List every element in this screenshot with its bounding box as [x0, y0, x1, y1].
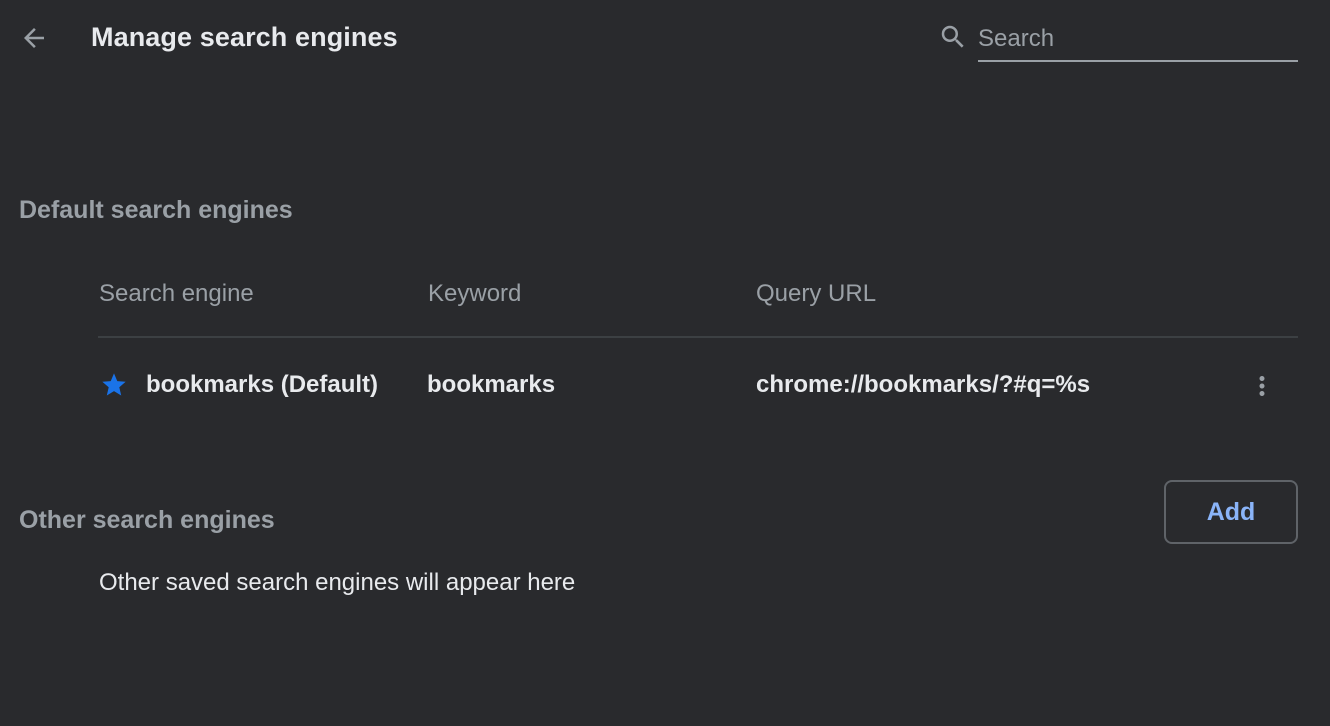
search-icon[interactable] — [938, 22, 968, 52]
engine-query-url: chrome://bookmarks/?#q=%s — [756, 371, 1091, 398]
more-vert-icon — [1259, 376, 1265, 396]
column-header-search-engine: Search engine — [99, 280, 254, 307]
more-actions-button[interactable] — [1242, 366, 1282, 406]
column-header-query-url: Query URL — [756, 280, 877, 307]
search-box[interactable] — [936, 18, 1298, 64]
table-divider — [98, 336, 1298, 338]
add-button[interactable]: Add — [1164, 480, 1298, 544]
star-icon — [102, 373, 126, 396]
arrow-back-icon — [24, 28, 44, 48]
default-section-heading: Default search engines — [19, 196, 293, 224]
search-input[interactable] — [978, 18, 1298, 62]
engine-keyword: bookmarks — [427, 371, 556, 398]
empty-state-message: Other saved search engines will appear h… — [99, 569, 576, 596]
other-section-heading: Other search engines — [19, 506, 275, 534]
back-button[interactable] — [14, 18, 54, 58]
column-header-keyword: Keyword — [428, 280, 522, 307]
settings-page: Manage search engines Default search eng… — [0, 0, 1330, 726]
engine-name: bookmarks (Default) — [146, 371, 379, 398]
page-title: Manage search engines — [91, 22, 398, 52]
